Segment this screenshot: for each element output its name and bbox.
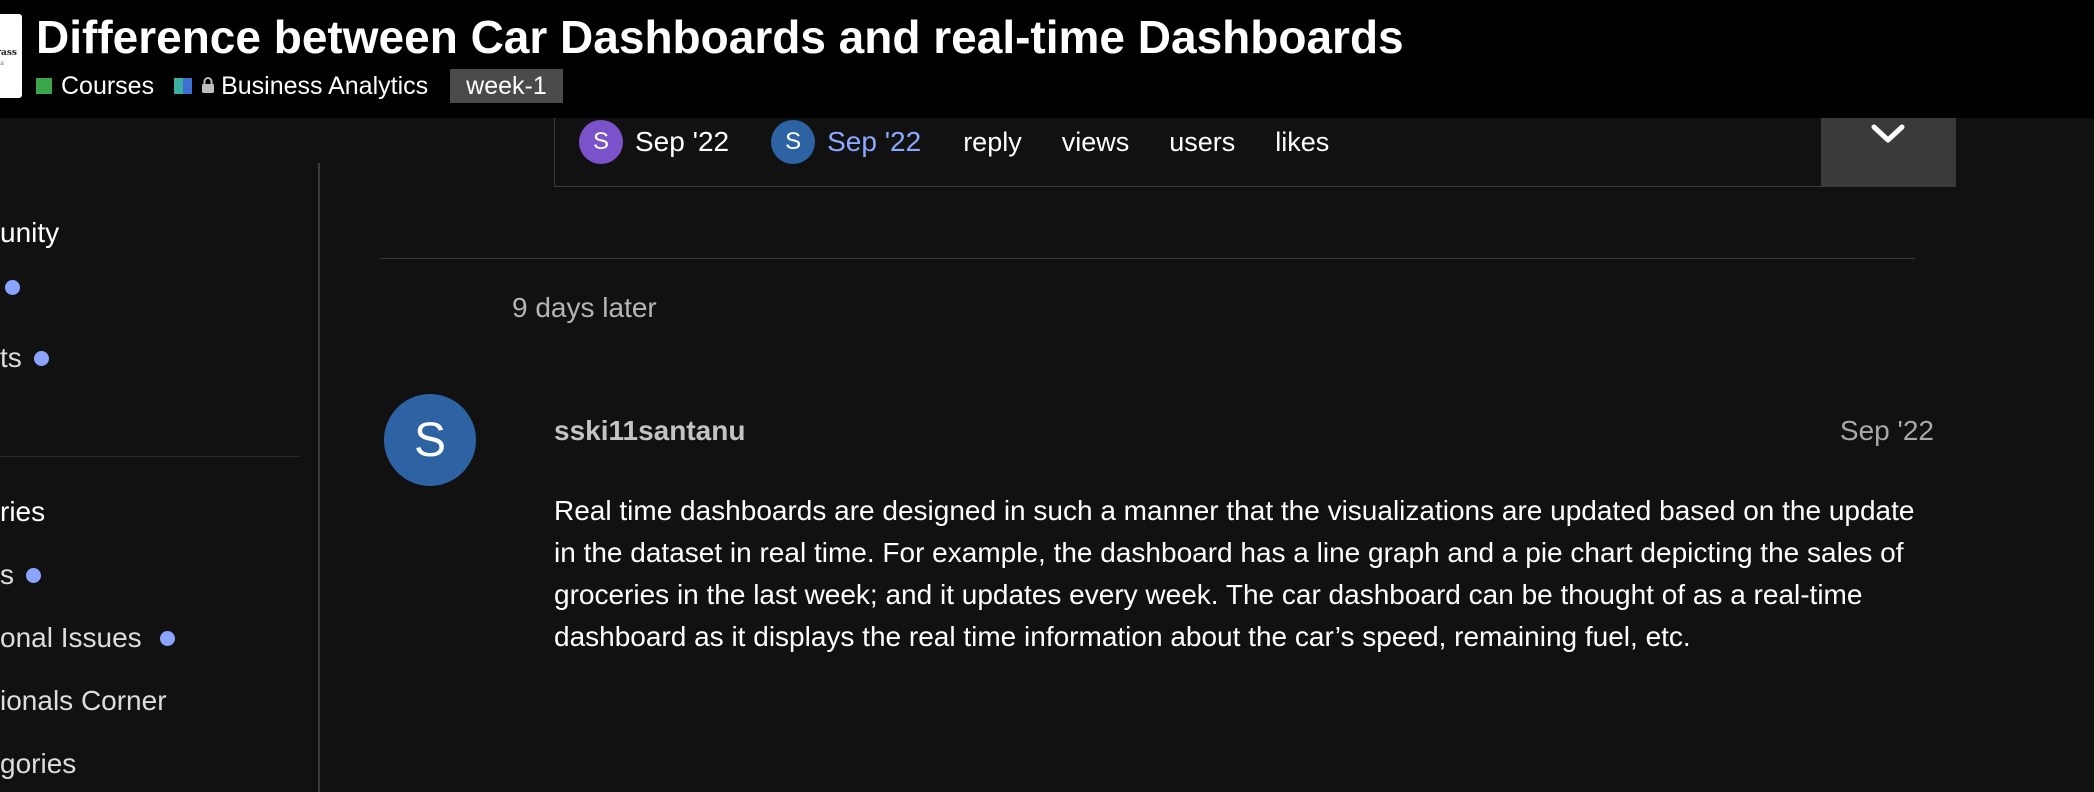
- time-gap-note: 9 days later: [512, 292, 657, 323]
- views-label: views: [1061, 126, 1130, 157]
- post-body: Real time dashboards are designed in suc…: [554, 495, 1915, 652]
- sidebar-item-label: s: [0, 559, 14, 590]
- unread-dot-icon: [33, 350, 49, 366]
- sidebar-section-categories[interactable]: ries: [0, 496, 45, 528]
- site-logo[interactable]: drass tras: [0, 14, 22, 98]
- sidebar-item-label: onal Issues: [0, 622, 142, 653]
- logo-text: drass: [0, 48, 17, 58]
- expand-topic-map-button[interactable]: [1821, 108, 1955, 186]
- created-date: Sep '22: [635, 126, 730, 157]
- category-color-badge: [174, 78, 193, 94]
- category-label: Courses: [61, 71, 155, 100]
- sidebar-item-unread[interactable]: [0, 280, 20, 295]
- topic-title[interactable]: Difference between Car Dashboards and re…: [36, 10, 1404, 64]
- topic-map-stats: S Sep '22 S Sep '22 reply views users li…: [579, 120, 1369, 164]
- sidebar-item-professionals-corner[interactable]: ionals Corner: [0, 685, 167, 717]
- category-business-analytics[interactable]: Business Analytics: [174, 72, 428, 101]
- likes-label: likes: [1275, 126, 1330, 157]
- avatar[interactable]: S: [771, 120, 816, 164]
- avatar[interactable]: S: [384, 394, 476, 486]
- category-courses[interactable]: Courses: [36, 72, 154, 101]
- sidebar-section-community[interactable]: unity: [0, 217, 59, 249]
- tag-week-1[interactable]: week-1: [450, 69, 563, 103]
- sidebar-item-label: ries: [0, 496, 46, 527]
- sidebar-item-posts[interactable]: ts: [0, 342, 49, 374]
- unread-dot-icon: [159, 630, 175, 646]
- topic-header: drass tras Difference between Car Dashbo…: [0, 0, 2094, 118]
- sidebar-item-operational-issues[interactable]: onal Issues: [0, 622, 175, 654]
- replies-label: reply: [963, 126, 1022, 157]
- logo-subtext: tras: [0, 60, 4, 67]
- last-reply-date-link[interactable]: Sep '22: [827, 126, 921, 158]
- breadcrumb: Courses Business Analytics week-1: [36, 69, 563, 103]
- sidebar-item-label: gories: [0, 748, 77, 779]
- sidebar-divider: [0, 456, 300, 457]
- sidebar-item-label: ts: [0, 342, 22, 373]
- avatar[interactable]: S: [579, 120, 623, 164]
- sidebar-item-label: ionals Corner: [0, 685, 167, 716]
- users-label: users: [1169, 126, 1236, 157]
- post-date[interactable]: Sep '22: [1840, 415, 1934, 447]
- unread-dot-icon: [26, 567, 41, 583]
- topic-map: S Sep '22 S Sep '22 reply views users li…: [554, 108, 1956, 187]
- sidebar-item-label: unity: [0, 217, 60, 248]
- timeline-divider: [380, 258, 1915, 259]
- sidebar-item-all-categories[interactable]: gories: [0, 748, 76, 780]
- lock-icon: [201, 72, 215, 101]
- sidebar-border: [318, 163, 320, 792]
- chevron-down-icon: [1871, 124, 1905, 143]
- sidebar-item-courses[interactable]: s: [0, 559, 41, 591]
- category-color-badge: [36, 78, 52, 94]
- unread-dot-icon: [5, 280, 20, 295]
- category-label: Business Analytics: [221, 71, 429, 100]
- post-username[interactable]: sski11santanu: [554, 415, 745, 447]
